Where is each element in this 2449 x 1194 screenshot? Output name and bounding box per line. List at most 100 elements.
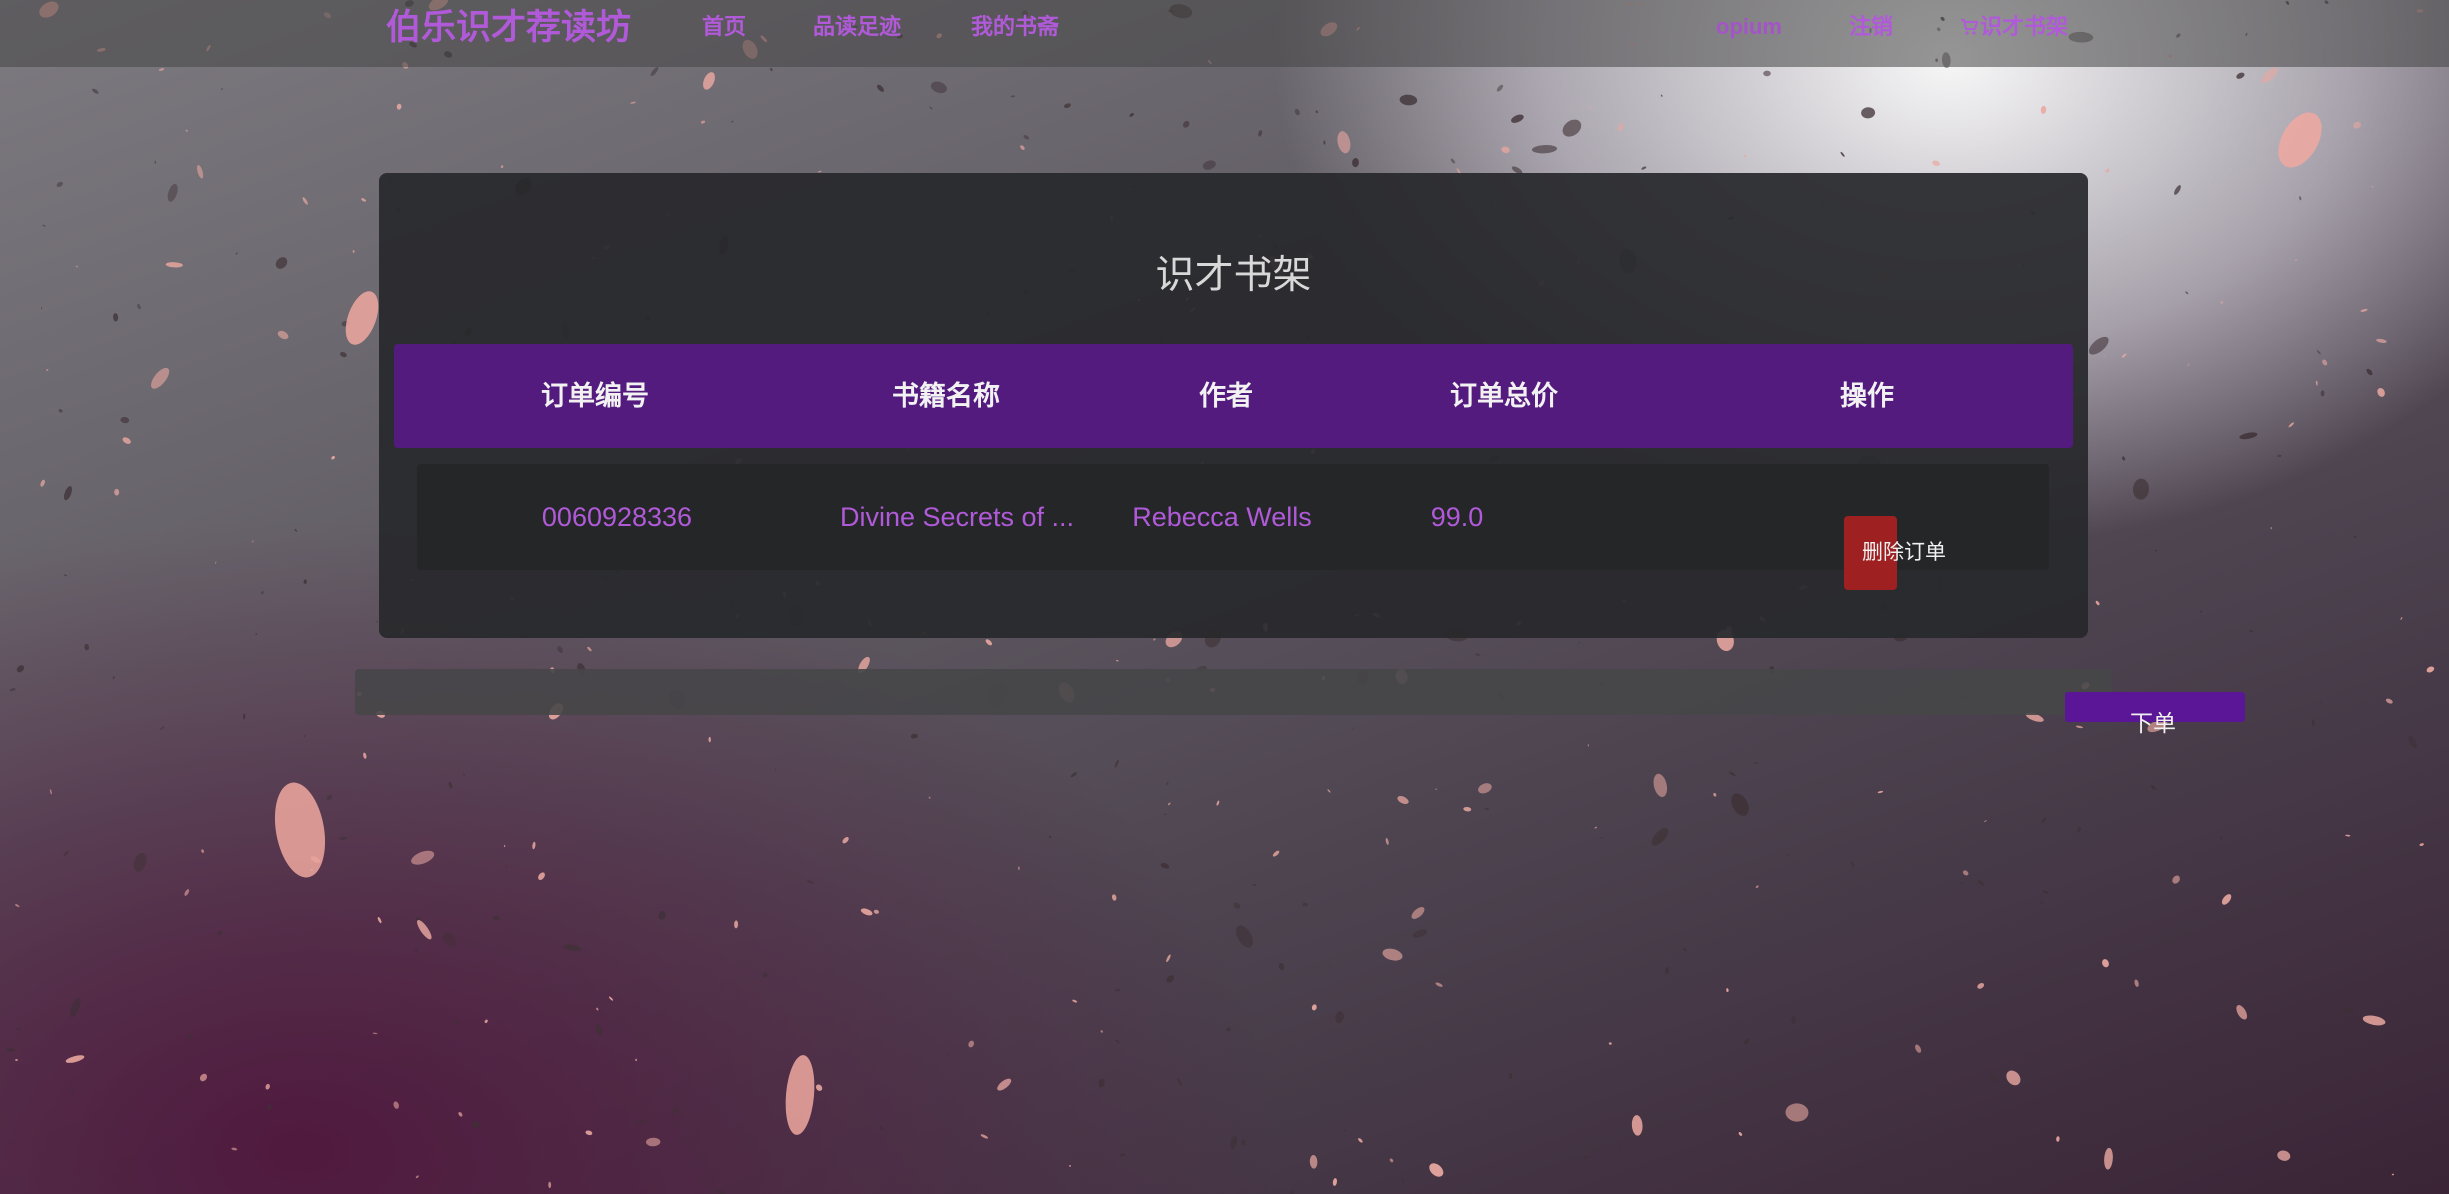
petal [1166, 781, 1169, 786]
petal [1233, 902, 1241, 909]
petal [6, 1048, 16, 1052]
petal [448, 781, 453, 789]
petal [1726, 988, 1729, 992]
petal [1063, 103, 1071, 109]
petal [930, 81, 947, 94]
petal [1115, 1039, 1120, 1044]
nav-bookshelf-label: 识才书架 [1980, 14, 2069, 39]
petal [463, 773, 466, 776]
petal [396, 103, 402, 110]
petal [2121, 353, 2127, 358]
petal [1329, 964, 1331, 967]
petal [137, 303, 141, 310]
cart-icon [1961, 19, 1978, 35]
nav-reading-history[interactable]: 品读足迹 [813, 14, 901, 40]
nav-home[interactable]: 首页 [702, 14, 746, 40]
petal [1309, 1155, 1318, 1169]
petal [2353, 535, 2357, 539]
petal [608, 996, 614, 1001]
nav-username[interactable]: opium [1716, 14, 1782, 40]
petal [2261, 67, 2279, 83]
place-order-label: 下单 [2130, 710, 2176, 736]
petal [1351, 728, 1354, 730]
petal [2102, 959, 2109, 968]
cell-book-name[interactable]: Divine Secrets of ... [837, 464, 1077, 570]
brand-logo[interactable]: 伯乐识才荐读坊 [386, 8, 631, 48]
petal [46, 369, 49, 371]
petal [717, 1190, 726, 1194]
petal [42, 224, 46, 227]
petal [596, 1007, 599, 1011]
petal [1202, 160, 1216, 170]
table-header: 订单编号 书籍名称 作者 订单总价 操作 [394, 344, 2073, 448]
nav-my-study[interactable]: 我的书斋 [971, 14, 1059, 40]
petal [84, 643, 90, 651]
petal [1763, 70, 1771, 77]
petal [316, 930, 318, 933]
petal [635, 1058, 637, 1062]
petal [968, 1040, 975, 1048]
petal [2042, 890, 2049, 894]
petal [1962, 870, 1969, 876]
petal [2220, 301, 2224, 304]
petal [585, 1130, 593, 1136]
petal [879, 1126, 883, 1130]
petal [2105, 168, 2110, 173]
petal [361, 198, 367, 202]
nav-logout[interactable]: 注销 [1849, 14, 1893, 40]
petal [596, 1024, 603, 1036]
petal [1651, 828, 1669, 846]
petal [454, 1019, 460, 1024]
place-order-button[interactable]: 下单 [2065, 692, 2245, 736]
petal [2076, 827, 2082, 833]
petal [265, 1083, 270, 1090]
petal [2294, 259, 2298, 261]
petal [2219, 836, 2223, 840]
petal [1385, 837, 1389, 845]
petal [2385, 698, 2393, 704]
petal [158, 68, 165, 71]
petal [242, 713, 246, 720]
petal [2056, 1136, 2060, 1142]
petal [1114, 759, 1119, 768]
petal [1311, 1004, 1317, 1011]
petal [1258, 130, 1263, 137]
petal [2147, 951, 2150, 954]
petal [40, 479, 45, 487]
petal [548, 1181, 552, 1189]
petal [231, 1147, 238, 1151]
petal [1302, 902, 1308, 907]
petal [1278, 962, 1284, 971]
petal [1120, 1153, 1126, 1157]
nav-bookshelf[interactable]: 识才书架 [1960, 14, 2068, 40]
petal [2121, 456, 2126, 461]
petal [1289, 1190, 1295, 1194]
petal [303, 579, 307, 584]
petal [341, 320, 350, 327]
petal [1167, 802, 1171, 806]
delete-order-button[interactable]: 删除订单 [1844, 516, 1946, 590]
petal [1653, 773, 1668, 797]
petal [63, 486, 73, 501]
petal [417, 920, 432, 940]
petal [2104, 1147, 2113, 1170]
petal [1236, 925, 1253, 948]
petal [372, 1032, 378, 1035]
petal [946, 1053, 949, 1056]
petal [376, 620, 378, 624]
petal [1731, 793, 1749, 816]
petal [2174, 185, 2181, 195]
petal [532, 841, 536, 850]
petal [2185, 291, 2189, 295]
petal [730, 120, 734, 123]
petal [2239, 432, 2258, 440]
petal [220, 88, 223, 90]
page-title: 识才书架 [1155, 254, 1312, 297]
petal [910, 733, 918, 739]
petal [2322, 359, 2328, 366]
petal [1511, 114, 1524, 123]
petal [1484, 807, 1489, 811]
petal [1478, 783, 1492, 794]
footer-bar [355, 669, 2111, 715]
petal [58, 409, 63, 413]
